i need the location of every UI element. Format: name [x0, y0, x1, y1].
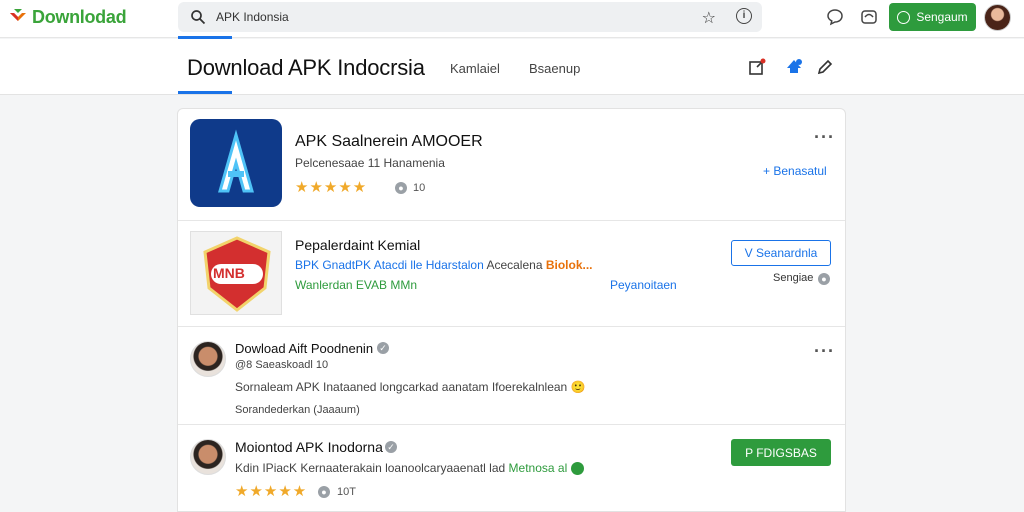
- smile-emoji-icon: 🙂: [570, 380, 586, 394]
- reviewer-name[interactable]: Dowload Aift Poodnenin: [235, 341, 373, 356]
- app-icon-apk: [190, 119, 282, 207]
- review-item: Moiontod APK Inodorna ✓ Kdin IPiacK Kern…: [178, 425, 845, 512]
- description-link[interactable]: BPK GnadtPK Atacdi lle Hdarstalon: [295, 258, 484, 272]
- review-footer: Sorandederkan (Jaaaum): [235, 404, 360, 416]
- verified-badge-icon: ●: [395, 182, 407, 194]
- app-link[interactable]: Peyanoitaen: [610, 278, 677, 292]
- more-options-icon[interactable]: ···: [814, 341, 835, 362]
- follow-link[interactable]: + Benasatul: [763, 164, 827, 178]
- review-text: Sornaleam APK Inataaned longcarkad aanat…: [235, 380, 586, 394]
- page-title: Download APK Indocrsia: [187, 55, 425, 80]
- rating-stars: ★★★★★: [295, 179, 368, 196]
- signin-label: Sengaum: [916, 10, 968, 24]
- site-logo[interactable]: Downlodad: [8, 6, 127, 28]
- search-icon: [191, 10, 206, 25]
- app-icon-frame: MNB: [190, 231, 282, 315]
- chat-bubble-icon[interactable]: [826, 8, 844, 26]
- app-description: BPK GnadtPK Atacdi lle Hdarstalon Acecal…: [295, 258, 593, 272]
- review-item: Dowload Aift Poodnenin ✓ @8 Saeaskoadl 1…: [178, 327, 845, 425]
- search-input[interactable]: [216, 10, 676, 24]
- verified-badge-icon: ✓: [385, 441, 397, 453]
- user-avatar[interactable]: [984, 4, 1011, 31]
- nav-link-1[interactable]: Kamlaiel: [450, 61, 500, 76]
- more-options-icon[interactable]: ···: [814, 127, 835, 148]
- notification-bell-icon[interactable]: [784, 57, 804, 77]
- app-title[interactable]: Pepalerdaint Kemial: [295, 237, 420, 253]
- description-highlight: Biolok...: [545, 258, 593, 272]
- nav-link-2[interactable]: Bsaenup: [529, 61, 580, 76]
- tab-active-indicator: [178, 91, 232, 94]
- download-logo-icon: [10, 9, 26, 21]
- signin-button[interactable]: Sengaum: [889, 3, 976, 31]
- info-icon[interactable]: i: [736, 8, 752, 24]
- review-text-body: Sornaleam APK Inataaned longcarkad aanat…: [235, 380, 568, 394]
- rating-count: 10T: [337, 486, 356, 498]
- download-button[interactable]: P FDIGSBAS: [731, 439, 831, 466]
- share-out-icon[interactable]: [747, 57, 767, 77]
- app-tagline: Wanlerdan EVAB MMn: [295, 278, 418, 292]
- review-text-body: Kdin IPiacK Kernaaterakain loanoolcaryaa…: [235, 461, 506, 475]
- reviewer-avatar[interactable]: [190, 439, 226, 475]
- description-text: Acecalena: [486, 258, 543, 272]
- top-bar: Downlodad ☆ i Sengaum: [0, 0, 1024, 39]
- rating-stars: ★★★★★: [235, 483, 308, 500]
- search-bar[interactable]: ☆ i: [178, 2, 762, 32]
- rating-badge-icon: ●: [318, 486, 330, 498]
- rating-count: 10: [413, 182, 426, 194]
- logo-text: Downlodad: [32, 6, 127, 27]
- app-subtitle: Pelcenesaae 11 Hanamenia: [295, 156, 445, 170]
- whatsapp-icon: [570, 462, 584, 476]
- app-store-icon[interactable]: [860, 8, 878, 26]
- app-title[interactable]: APK Saalnerein AMOOER: [295, 133, 483, 151]
- install-button[interactable]: V Seanardnla: [731, 240, 831, 266]
- review-text: Kdin IPiacK Kernaaterakain loanoolcaryaa…: [235, 461, 584, 476]
- review-text-highlight: Metnosa al: [508, 461, 568, 475]
- app-side-label: Sengiae: [773, 272, 814, 284]
- edit-pencil-icon[interactable]: [815, 57, 835, 77]
- app-list-card: APK Saalnerein AMOOER Pelcenesaae 11 Han…: [177, 108, 846, 512]
- whatsapp-icon: [897, 10, 911, 24]
- page-header: Download APK Indocrsia Kamlaiel Bsaenup: [0, 39, 1024, 95]
- reviewer-avatar[interactable]: [190, 341, 226, 377]
- app-list-item[interactable]: APK Saalnerein AMOOER Pelcenesaae 11 Han…: [178, 109, 845, 221]
- bookmark-star-icon[interactable]: ☆: [702, 8, 716, 28]
- reviewer-name[interactable]: Moiontod APK Inodorna: [235, 439, 383, 455]
- verified-badge-icon: ✓: [377, 342, 389, 354]
- info-badge-icon: ●: [818, 273, 830, 285]
- app-list-item[interactable]: MNB Pepalerdaint Kemial BPK GnadtPK Atac…: [178, 221, 845, 327]
- review-meta: @8 Saeaskoadl 10: [235, 359, 329, 371]
- app-logo-text: MNB: [213, 265, 245, 281]
